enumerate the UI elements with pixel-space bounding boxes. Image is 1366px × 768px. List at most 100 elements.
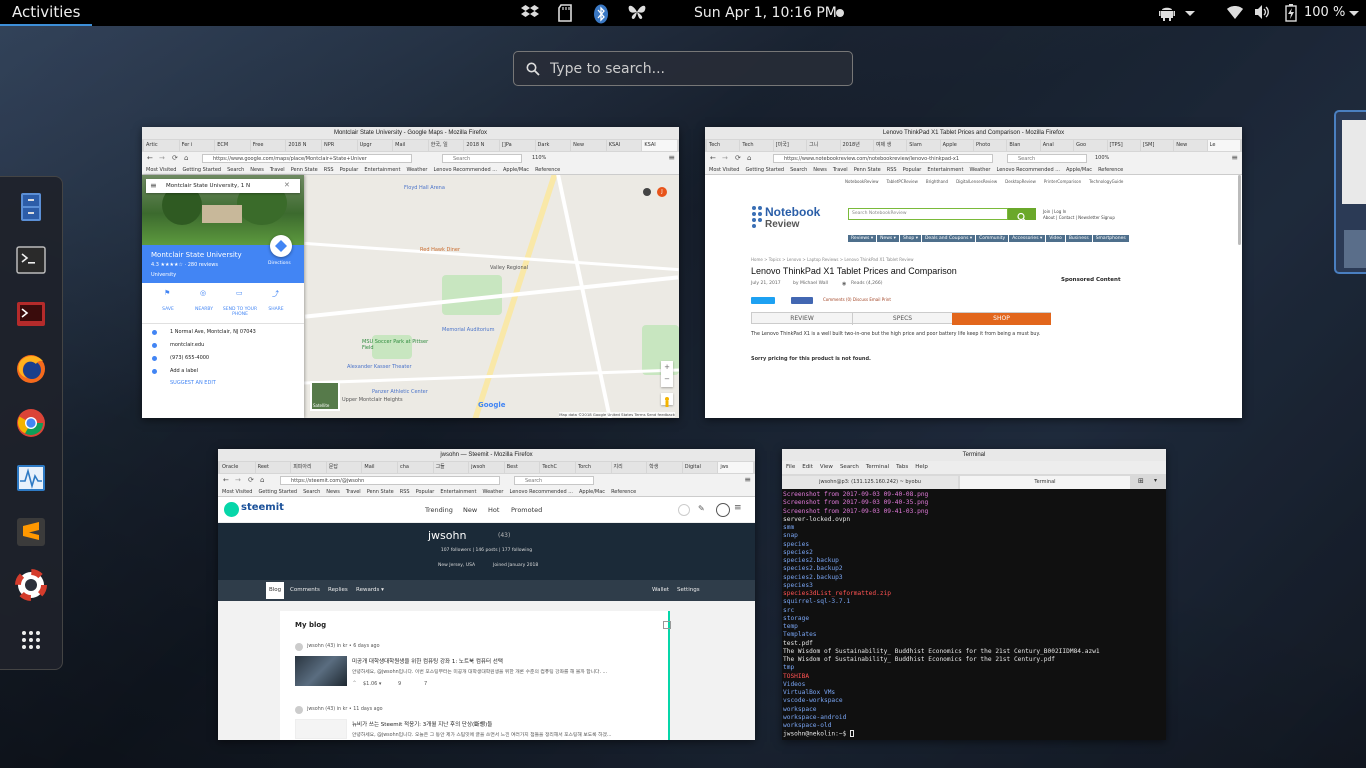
browser-tab[interactable]: [TPS]: [1107, 140, 1140, 151]
browser-tab[interactable]: Le: [1207, 140, 1240, 151]
network-link[interactable]: TabletPCReview: [887, 179, 918, 184]
map-label[interactable]: Red Hawk Diner: [420, 247, 460, 253]
bookmark-item[interactable]: Search: [227, 167, 244, 173]
tab-review[interactable]: REVIEW: [752, 313, 852, 325]
bookmark-item[interactable]: Search: [790, 167, 807, 173]
bookmark-item[interactable]: Apple/Mac: [1066, 167, 1092, 173]
bookmark-item[interactable]: Popular: [903, 167, 922, 173]
clock[interactable]: Sun Apr 1, 10:16 PM: [694, 0, 837, 26]
scrollbar[interactable]: [1238, 175, 1241, 245]
browser-tab[interactable]: Apple: [940, 140, 973, 151]
bookmark-item[interactable]: Search: [303, 489, 320, 495]
window-terminal[interactable]: Terminal File Edit View Search Terminal Tabs H…: [782, 449, 1166, 740]
place-phone[interactable]: (973) 655-4000: [170, 355, 209, 361]
window-google-maps-firefox[interactable]: Montclair State University - Google Maps…: [142, 127, 679, 418]
system-monitor-red-icon[interactable]: [14, 297, 48, 331]
bookmark-item[interactable]: RSS: [887, 167, 897, 173]
share-tools[interactable]: Comments (0) Discuss Email Print: [823, 297, 891, 302]
terminal-menu-item[interactable]: Edit: [802, 464, 813, 470]
site-nav-item[interactable]: Smartphones: [1092, 235, 1129, 242]
browser-tab[interactable]: Digital: [682, 462, 718, 473]
browser-tab[interactable]: 한국, 일: [428, 140, 464, 151]
file-cabinet-icon[interactable]: [14, 190, 48, 224]
url-field[interactable]: https://www.notebookreview.com/notebookr…: [773, 154, 993, 163]
network-link[interactable]: Brighthand: [926, 179, 948, 184]
menu-icon[interactable]: ≡: [668, 153, 675, 162]
sublime-text-icon[interactable]: [14, 515, 48, 549]
system-menu-chevron-icon[interactable]: [1348, 4, 1360, 22]
nav-trending[interactable]: Trending: [425, 506, 453, 514]
bookmark-item[interactable]: Most Visited: [222, 489, 252, 495]
site-search-button[interactable]: [1008, 208, 1036, 222]
post-title[interactable]: 뉴비가 쓰는 Steemit 적응기: 3개월 지난 후의 단상(斷想)들: [352, 720, 492, 728]
activities-button[interactable]: Activities: [0, 0, 93, 26]
back-icon[interactable]: ←: [223, 476, 229, 484]
firefox-icon[interactable]: [14, 352, 48, 386]
browser-tab[interactable]: New: [1174, 140, 1207, 151]
search-field[interactable]: Search: [1007, 154, 1087, 163]
bookmark-item[interactable]: Getting Started: [745, 167, 784, 173]
send-to-phone-button[interactable]: SEND TO YOUR PHONE: [222, 307, 258, 317]
bluetooth-icon[interactable]: [592, 4, 610, 24]
butterfly-icon[interactable]: [626, 4, 648, 22]
bookmark-item[interactable]: News: [250, 167, 264, 173]
post-meta[interactable]: jwsohn (43) in kr • 6 days ago: [307, 644, 380, 649]
directions-label[interactable]: Directions: [268, 261, 291, 266]
post-meta[interactable]: jwsohn (43) in kr • 11 days ago: [307, 707, 383, 712]
zoom-controls[interactable]: + −: [661, 361, 673, 387]
map-label[interactable]: Upper Montclair Heights: [342, 397, 403, 403]
site-nav-item[interactable]: Video: [1046, 235, 1065, 242]
tab-wallet[interactable]: Wallet: [652, 582, 669, 599]
bookmark-item[interactable]: Popular: [340, 167, 359, 173]
search-icon[interactable]: [678, 504, 690, 516]
home-icon[interactable]: ⌂: [747, 154, 751, 162]
browser-tab[interactable]: [미국]: [773, 140, 807, 151]
site-nav-item[interactable]: Shop ▾: [899, 235, 921, 242]
menu-icon[interactable]: ≡: [1231, 153, 1238, 162]
browser-tab[interactable]: Mail: [393, 140, 428, 151]
window-notebookreview-firefox[interactable]: Lenovo ThinkPad X1 Tablet Prices and Com…: [705, 127, 1242, 418]
browser-tab[interactable]: Goo: [1074, 140, 1107, 151]
new-tab-icon[interactable]: ⊞: [1138, 477, 1144, 485]
terminal-tab-2[interactable]: Terminal: [960, 476, 1130, 489]
place-rating[interactable]: 4.3 ★★★★☆ · 280 reviews: [151, 262, 218, 268]
terminal-menu-item[interactable]: File: [786, 464, 795, 470]
map-label[interactable]: Floyd Hall Arena: [404, 185, 445, 191]
post-votes[interactable]: 9: [398, 681, 401, 687]
share-icon[interactable]: ⤴: [272, 289, 279, 299]
bookmark-item[interactable]: Reference: [611, 489, 636, 495]
place-address[interactable]: 1 Normal Ave, Montclair, NJ 07043: [170, 329, 256, 335]
tab-blog[interactable]: Blog: [266, 582, 285, 599]
bookmark-item[interactable]: Getting Started: [258, 489, 297, 495]
author-avatar[interactable]: [295, 706, 303, 714]
search-field[interactable]: Search: [442, 154, 522, 163]
browser-tab[interactable]: Best: [504, 462, 540, 473]
browser-tab[interactable]: Torch: [575, 462, 611, 473]
browser-tab[interactable]: TechC: [540, 462, 575, 473]
browser-tab[interactable]: 그들: [433, 462, 469, 473]
bookmark-item[interactable]: Popular: [416, 489, 435, 495]
bookmark-item[interactable]: Weather: [969, 167, 990, 173]
reload-icon[interactable]: ⟳: [735, 154, 741, 162]
zoom-level[interactable]: 100%: [1095, 154, 1109, 163]
author-avatar[interactable]: [295, 643, 303, 651]
bookmark-item[interactable]: Penn State: [367, 489, 394, 495]
post-thumbnail[interactable]: [295, 719, 347, 739]
browser-tab[interactable]: Anal: [1040, 140, 1074, 151]
account-links[interactable]: Join | Log In About | Contact | Newslette…: [1043, 209, 1115, 221]
map-label[interactable]: Valley Regional: [490, 265, 528, 271]
back-icon[interactable]: ←: [710, 154, 716, 162]
network-link[interactable]: DigitalLensesReview: [956, 179, 997, 184]
chevron-down-icon[interactable]: [1184, 4, 1196, 22]
browser-tab[interactable]: NPR: [321, 140, 357, 151]
browser-tab[interactable]: 문답: [326, 462, 362, 473]
nearby-button[interactable]: NEARBY: [186, 307, 222, 312]
map-label[interactable]: MSU Soccer Park at Pittser Field: [362, 339, 432, 351]
terminal-menu-item[interactable]: View: [820, 464, 833, 470]
post-excerpt[interactable]: 안녕하세요, @jwsohn입니다. 이번 포스팅부터는 미공개 대학생대학원생…: [352, 668, 670, 675]
browser-tab[interactable]: 학생: [647, 462, 682, 473]
add-label-link[interactable]: Add a label: [170, 368, 198, 374]
facebook-like-button[interactable]: [791, 297, 813, 304]
chrome-icon[interactable]: [14, 406, 48, 440]
forward-icon[interactable]: →: [722, 154, 728, 162]
